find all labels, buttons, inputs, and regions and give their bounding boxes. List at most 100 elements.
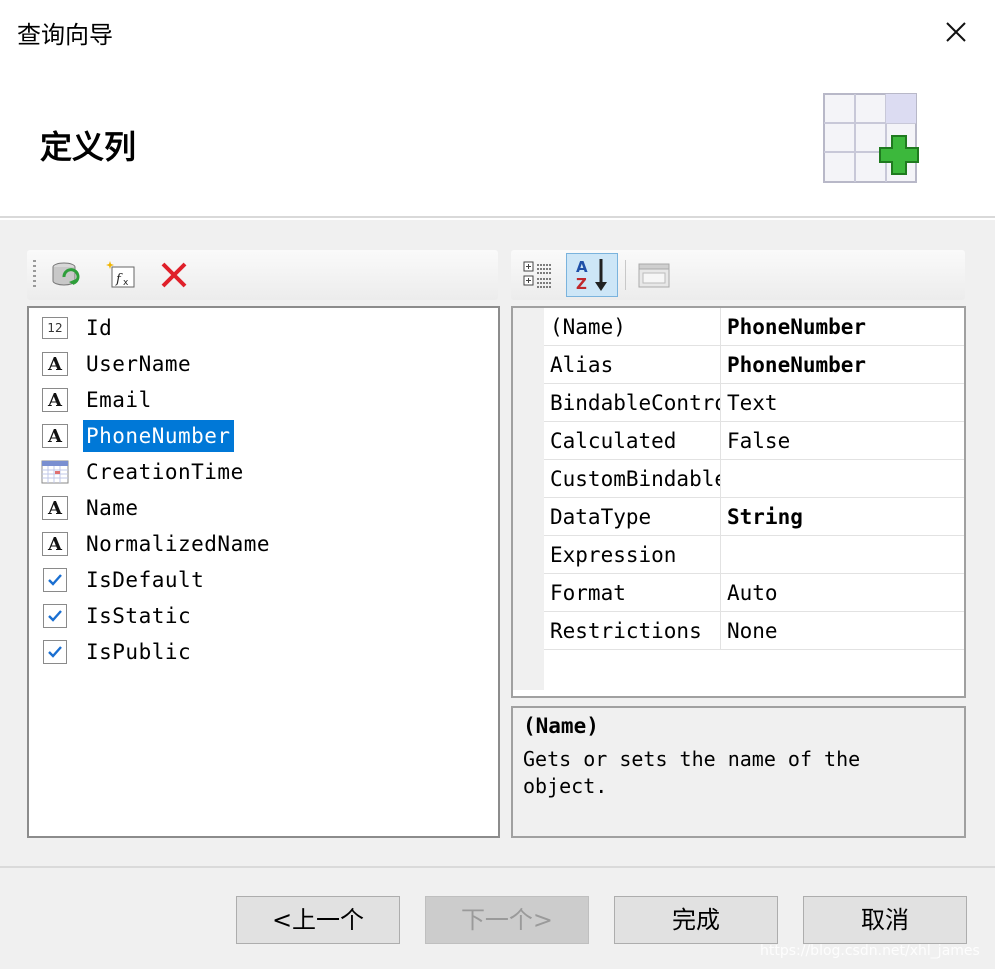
property-row[interactable]: (Name) PhoneNumber [513, 308, 964, 346]
column-label: IsPublic [86, 640, 192, 664]
column-item[interactable]: A Name [41, 492, 142, 524]
columns-list[interactable]: 12 Id A UserName A Email A PhoneNumber CreationT… [27, 306, 500, 838]
number-type-icon: 12 [41, 315, 69, 341]
property-row-margin [513, 308, 544, 346]
property-row[interactable]: Calculated False [513, 422, 964, 460]
property-description: (Name) Gets or sets the name of the obje… [511, 706, 966, 838]
column-item[interactable]: A NormalizedName [41, 528, 273, 560]
table-add-icon [823, 93, 919, 183]
column-label: PhoneNumber [83, 420, 234, 452]
refresh-columns-button[interactable] [49, 258, 83, 292]
property-grid-margin [513, 650, 544, 690]
column-label: Email [86, 388, 152, 412]
wizard-header: 定义列 [0, 68, 995, 218]
svg-text:A: A [576, 258, 588, 276]
property-row[interactable]: Alias PhoneNumber [513, 346, 964, 384]
text-type-icon: A [41, 351, 69, 377]
property-pages-icon [638, 263, 670, 288]
property-row-margin [513, 536, 544, 574]
property-row-margin [513, 384, 544, 422]
prev-button[interactable]: <上一个 [236, 896, 400, 944]
property-value[interactable]: PhoneNumber [721, 346, 964, 384]
page-title: 定义列 [40, 128, 137, 166]
property-value[interactable]: False [721, 422, 964, 460]
add-calculated-column-button[interactable]: f x [105, 258, 139, 292]
property-row-margin [513, 460, 544, 498]
column-item[interactable]: IsStatic [41, 600, 194, 632]
property-value[interactable]: Text [721, 384, 964, 422]
property-value[interactable] [721, 460, 964, 498]
property-name[interactable]: Restrictions [544, 612, 721, 650]
property-name[interactable]: Alias [544, 346, 721, 384]
column-label: CreationTime [86, 460, 244, 484]
delete-icon [161, 262, 187, 288]
categorized-view-button[interactable] [521, 258, 555, 292]
text-type-icon: A [41, 387, 69, 413]
property-row[interactable]: CustomBindableControl [513, 460, 964, 498]
property-grid[interactable]: (Name) PhoneNumber Alias PhoneNumber Bindabl… [511, 306, 966, 698]
checkbox-icon [41, 639, 69, 665]
property-value[interactable]: String [721, 498, 964, 536]
close-button[interactable] [936, 12, 976, 52]
property-value[interactable]: None [721, 612, 964, 650]
property-pages-button[interactable] [637, 258, 671, 292]
property-row-margin [513, 346, 544, 384]
categorized-view-icon [523, 261, 552, 288]
alphabetical-sort-icon: A Z [576, 258, 607, 293]
wizard-body: f x A Z 12 Id A UserName A Email A Phone… [0, 220, 995, 866]
title-bar: 查询向导 [0, 0, 995, 68]
checkbox-icon [41, 567, 69, 593]
property-name[interactable]: CustomBindableControl [544, 460, 721, 498]
property-row[interactable]: Format Auto [513, 574, 964, 612]
next-button[interactable]: 下一个> [425, 896, 589, 944]
property-name[interactable]: DataType [544, 498, 721, 536]
property-name[interactable]: BindableControl [544, 384, 721, 422]
column-item[interactable]: IsDefault [41, 564, 207, 596]
property-row[interactable]: DataType String [513, 498, 964, 536]
wizard-footer: <上一个 下一个> 完成 取消 https://blog.csdn.net/xh… [0, 866, 995, 969]
property-name[interactable]: Format [544, 574, 721, 612]
cancel-button[interactable]: 取消 [803, 896, 967, 944]
property-name[interactable]: Expression [544, 536, 721, 574]
toolbar-separator [625, 260, 626, 290]
property-value[interactable]: PhoneNumber [721, 308, 964, 346]
column-label: Name [86, 496, 139, 520]
svg-text:x: x [123, 278, 129, 288]
text-type-icon: A [41, 531, 69, 557]
text-type-icon: A [41, 423, 69, 449]
column-label: IsDefault [86, 568, 205, 592]
property-row-margin [513, 574, 544, 612]
alphabetical-sort-button[interactable]: A Z [566, 253, 618, 297]
toolbar-grip [33, 260, 36, 288]
column-item[interactable]: IsPublic [41, 636, 194, 668]
property-row-margin [513, 422, 544, 460]
column-item[interactable]: A UserName [41, 348, 194, 380]
finish-button[interactable]: 完成 [614, 896, 778, 944]
property-row-margin [513, 498, 544, 536]
property-row[interactable]: Expression [513, 536, 964, 574]
watermark: https://blog.csdn.net/xhl_james [760, 943, 980, 959]
column-item[interactable]: A Email [41, 384, 155, 416]
property-name[interactable]: (Name) [544, 308, 721, 346]
property-value[interactable]: Auto [721, 574, 964, 612]
property-row[interactable]: BindableControl Text [513, 384, 964, 422]
column-item[interactable]: CreationTime [41, 456, 247, 488]
description-title: (Name) [523, 714, 599, 738]
svg-text:Z: Z [576, 275, 587, 293]
property-row[interactable]: Restrictions None [513, 612, 964, 650]
column-label: Id [86, 316, 113, 340]
description-text: Gets or sets the name of the object. [523, 747, 861, 798]
columns-toolbar: f x [27, 250, 498, 300]
column-label: NormalizedName [86, 532, 271, 556]
add-function-icon: f x [106, 261, 135, 288]
property-value[interactable] [721, 536, 964, 574]
column-item[interactable]: A PhoneNumber [41, 420, 234, 452]
datetime-type-icon [41, 459, 69, 485]
property-grid-toolbar: A Z [511, 250, 965, 300]
close-icon [946, 22, 966, 42]
property-row-margin [513, 612, 544, 650]
delete-column-button[interactable] [157, 258, 191, 292]
column-item[interactable]: 12 Id [41, 312, 115, 344]
checkbox-icon [41, 603, 69, 629]
property-name[interactable]: Calculated [544, 422, 721, 460]
